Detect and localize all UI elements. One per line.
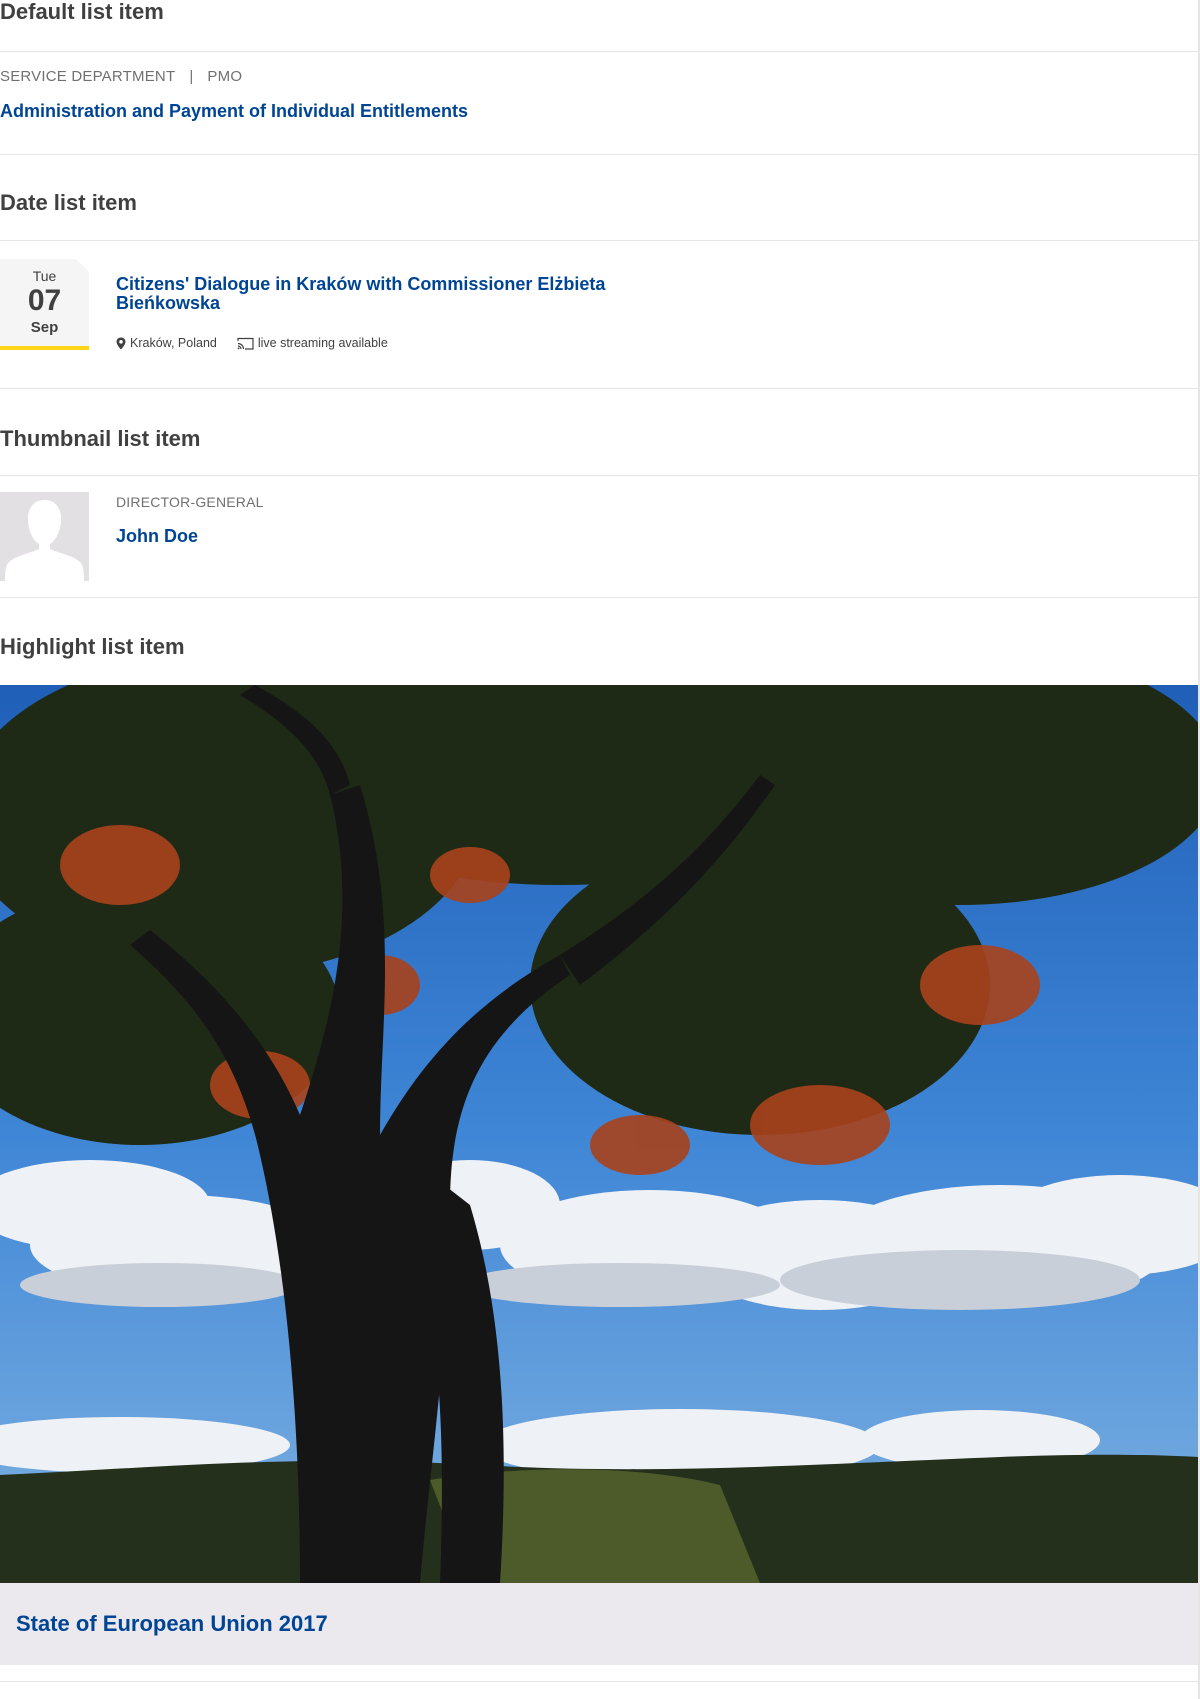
event-month: Sep xyxy=(30,319,59,336)
person-placeholder-icon xyxy=(5,500,84,581)
map-marker-icon xyxy=(116,337,126,350)
highlight-title-link[interactable]: State of European Union 2017 xyxy=(16,1612,328,1636)
thumbnail-item-role: DIRECTOR-GENERAL xyxy=(116,494,264,510)
divider xyxy=(0,154,1200,155)
meta-separator: | xyxy=(189,68,194,85)
event-title-line-1: Citizens' Dialogue in Kraków with Commis… xyxy=(116,274,606,294)
event-location: Kraków, Poland xyxy=(130,336,217,351)
divider xyxy=(0,1681,1200,1682)
thumbnail-item-name-link[interactable]: John Doe xyxy=(116,526,198,546)
event-day: 07 xyxy=(27,284,62,317)
event-info: Kraków, Poland live streaming available xyxy=(116,337,388,350)
section-heading-default: Default list item xyxy=(0,0,164,24)
section-heading-thumbnail: Thumbnail list item xyxy=(0,426,201,451)
meta-department: SERVICE DEPARTMENT xyxy=(0,68,176,85)
livestream-icon xyxy=(237,337,254,350)
section-heading-highlight: Highlight list item xyxy=(0,634,185,659)
section-heading-date: Date list item xyxy=(0,190,137,215)
divider xyxy=(0,597,1200,598)
highlight-caption: State of European Union 2017 xyxy=(0,1583,1198,1665)
divider xyxy=(0,240,1200,241)
meta-code: PMO xyxy=(207,68,243,85)
event-title-line-2: Bieńkowska xyxy=(116,293,221,314)
default-item-title-link[interactable]: Administration and Payment of Individual… xyxy=(0,101,468,121)
default-item-meta: SERVICE DEPARTMENT | PMO xyxy=(0,69,242,84)
event-date-block: Tue 07 Sep xyxy=(0,259,89,350)
divider xyxy=(0,475,1200,476)
event-date-accent xyxy=(0,346,89,350)
page: Default list item SERVICE DEPARTMENT | PMO… xyxy=(0,0,1200,1699)
divider xyxy=(0,388,1200,389)
event-weekday: Tue xyxy=(32,268,57,284)
event-streaming-label: live streaming available xyxy=(257,336,388,351)
divider xyxy=(0,51,1200,52)
event-title-link[interactable]: Citizens' Dialogue in Kraków with Commis… xyxy=(116,274,606,314)
avatar xyxy=(0,492,89,581)
highlight-image[interactable] xyxy=(0,685,1198,1583)
